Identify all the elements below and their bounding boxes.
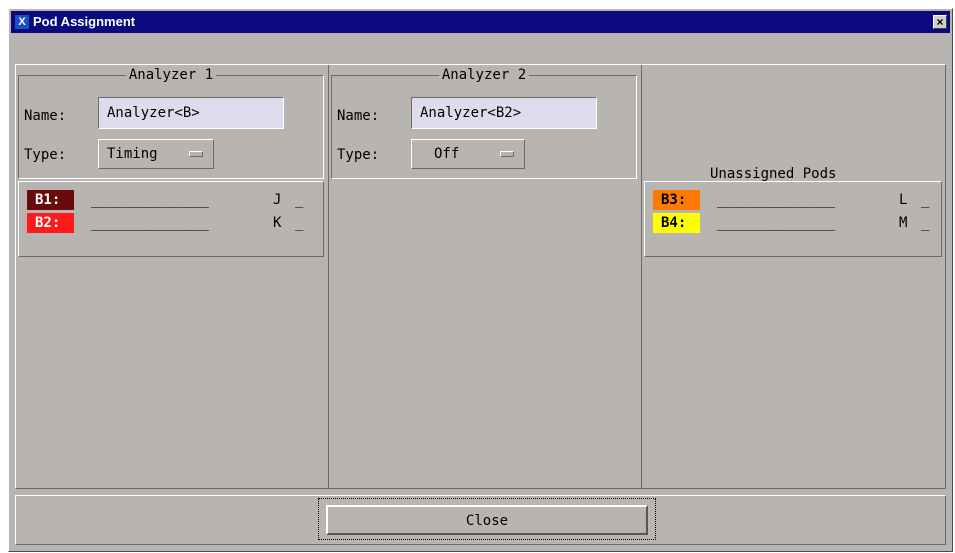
analyzer-2-type-value: Off xyxy=(434,146,460,162)
unassigned-pods-column: Unassigned Pods B3: ______________ L _ B… xyxy=(642,65,945,488)
analyzer-1-type-label: Type: xyxy=(24,147,67,163)
pod-badge-b2[interactable]: B2: xyxy=(27,213,74,233)
analyzer-1-heading: Analyzer 1 xyxy=(125,67,217,83)
pod-tail: _ xyxy=(295,192,304,208)
pod-letter: K xyxy=(273,215,282,231)
window-menu-icon[interactable]: X xyxy=(15,15,29,29)
pod-trace: ______________ xyxy=(91,192,210,208)
close-button-focus-ring: Close xyxy=(318,498,656,540)
unassigned-pod-list: B3: ______________ L _ B4: _____________… xyxy=(644,181,942,257)
analyzer-2-name-label: Name: xyxy=(337,108,380,124)
pod-tail: _ xyxy=(295,215,304,231)
analyzer-1-type-value: Timing xyxy=(107,146,158,162)
pod-trace: ______________ xyxy=(717,192,836,208)
analyzer-2-name-field[interactable]: Analyzer<B2> xyxy=(411,97,597,129)
pod-tail: _ xyxy=(921,215,930,231)
pod-badge-b1[interactable]: B1: xyxy=(27,190,74,210)
pod-letter: J xyxy=(273,192,282,208)
pod-badge-b3[interactable]: B3: xyxy=(653,190,700,210)
analyzer-2-type-select[interactable]: Off xyxy=(411,139,525,169)
close-button[interactable]: Close xyxy=(326,505,648,535)
analyzer-2-type-label: Type: xyxy=(337,147,380,163)
pod-letter: M xyxy=(899,215,908,231)
analyzer-1-column: Analyzer 1 Name: Analyzer<B> Type: Timin… xyxy=(16,65,329,488)
pod-row-b3[interactable]: B3: ______________ L _ xyxy=(653,190,933,210)
pod-row-b4[interactable]: B4: ______________ M _ xyxy=(653,213,933,233)
pod-row-b1[interactable]: B1: ______________ J _ xyxy=(27,190,307,210)
option-menu-indicator-icon xyxy=(189,151,203,157)
close-window-icon[interactable]: × xyxy=(933,15,947,29)
analyzer-2-group: Analyzer 2 Name: Analyzer<B2> Type: Off xyxy=(331,67,637,179)
option-menu-indicator-icon xyxy=(500,151,514,157)
pod-letter: L xyxy=(899,192,908,208)
button-bar: Close xyxy=(15,495,946,545)
pod-trace: ______________ xyxy=(717,215,836,231)
analyzer-1-pod-list: B1: ______________ J _ B2: _____________… xyxy=(18,181,324,257)
pod-assignment-window: X Pod Assignment × Analyzer 1 Name: Anal… xyxy=(8,8,953,552)
pod-assignment-panel: Analyzer 1 Name: Analyzer<B> Type: Timin… xyxy=(15,64,946,489)
analyzer-1-group: Analyzer 1 Name: Analyzer<B> Type: Timin… xyxy=(18,67,324,179)
pod-trace: ______________ xyxy=(91,215,210,231)
pod-tail: _ xyxy=(921,192,930,208)
window-title: Pod Assignment xyxy=(33,14,136,29)
title-bar[interactable]: X Pod Assignment × xyxy=(11,11,950,33)
pod-badge-b4[interactable]: B4: xyxy=(653,213,700,233)
analyzer-1-type-select[interactable]: Timing xyxy=(98,139,214,169)
analyzer-1-name-label: Name: xyxy=(24,108,67,124)
analyzer-2-heading: Analyzer 2 xyxy=(438,67,530,83)
analyzer-2-column: Analyzer 2 Name: Analyzer<B2> Type: Off xyxy=(329,65,642,488)
pod-row-b2[interactable]: B2: ______________ K _ xyxy=(27,213,307,233)
analyzer-1-name-field[interactable]: Analyzer<B> xyxy=(98,97,284,129)
